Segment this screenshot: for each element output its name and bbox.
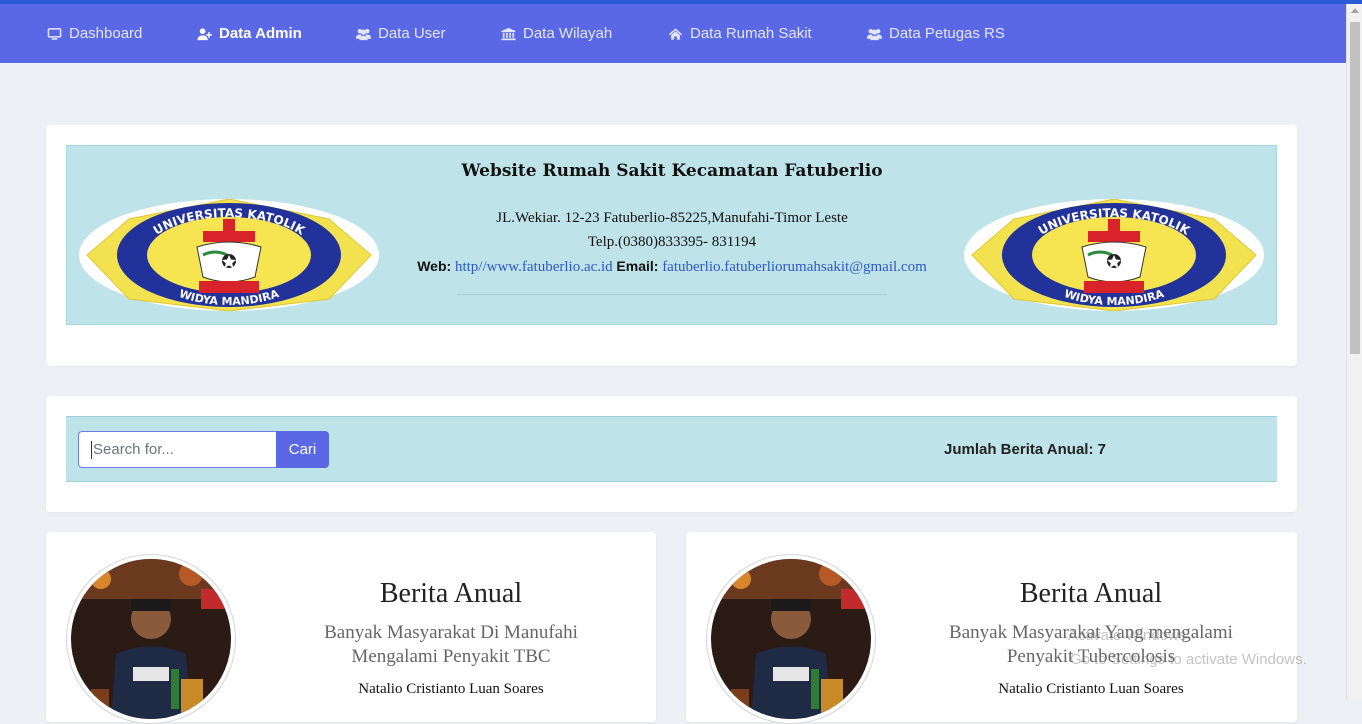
scroll-up-arrow-icon[interactable]: [1351, 8, 1359, 13]
header-banner: UNIVERSITAS KATOLIK WIDYA MANDIRA UNIVER…: [66, 145, 1277, 325]
home-icon: [667, 27, 683, 41]
search-placeholder: Search for...: [93, 441, 174, 458]
header-divider: [457, 294, 887, 295]
web-label: Web:: [417, 258, 452, 274]
text-caret: [91, 440, 92, 459]
site-phone: Telp.(0380)833395- 831194: [587, 234, 757, 250]
users-icon: [355, 27, 371, 41]
news-subtitle-line2: Mengalami Penyakit TBC: [351, 646, 551, 667]
author-avatar: [706, 554, 876, 724]
watermark-line2: Go to Settings to activate Windows.: [1070, 651, 1307, 668]
site-address: JL.Wekiar. 12-23 Fatuberlio-85225,Manufa…: [496, 210, 848, 226]
news-title: Berita Anual: [1019, 578, 1163, 609]
site-contact-line: Web: http//www.fatuberlio.ac.id Email: f…: [367, 258, 977, 276]
search-bar: Search for... Cari Jumlah Berita Anual: …: [66, 416, 1277, 482]
search-card: Search for... Cari Jumlah Berita Anual: …: [46, 396, 1297, 512]
nav-data-rumah-sakit-label: Data Rumah Sakit: [690, 25, 812, 42]
news-card[interactable]: Berita Anual Banyak Masyarakat Di Manufa…: [46, 532, 656, 724]
search-button[interactable]: Cari: [276, 431, 329, 468]
top-navbar: Dashboard Data Admin Data User Data Wila…: [0, 4, 1346, 63]
nav-data-admin-label: Data Admin: [219, 25, 302, 42]
news-subtitle: Banyak Masyarakat Di Manufahi Mengalami …: [276, 621, 626, 669]
nav-data-rumah-sakit[interactable]: Data Rumah Sakit: [667, 4, 812, 63]
nav-dashboard-label: Dashboard: [69, 25, 143, 42]
nav-data-admin[interactable]: Data Admin: [196, 4, 302, 63]
nav-data-user[interactable]: Data User: [355, 4, 446, 63]
watermark-line1: Activate Windows: [1068, 627, 1187, 644]
web-link[interactable]: http//www.fatuberlio.ac.id: [455, 259, 613, 275]
bank-icon: [500, 27, 516, 41]
news-subtitle-line1: Banyak Masyarakat Di Manufahi: [324, 622, 578, 643]
nav-dashboard[interactable]: Dashboard: [46, 4, 142, 63]
university-logo: UNIVERSITAS KATOLIK WIDYA MANDIRA: [79, 199, 379, 311]
activate-windows-watermark: Activate Windows Go to Settings to activ…: [1068, 624, 1307, 672]
nav-data-wilayah-label: Data Wilayah: [523, 25, 613, 42]
user-plus-icon: [196, 27, 212, 41]
nav-data-petugas-rs[interactable]: Data Petugas RS: [866, 4, 1005, 63]
university-logo: UNIVERSITAS KATOLIK WIDYA MANDIRA: [964, 199, 1264, 311]
email-link[interactable]: fatuberlio.fatuberliorumahsakit@gmail.co…: [662, 259, 927, 275]
search-input[interactable]: Search for...: [78, 431, 276, 468]
nav-data-petugas-rs-label: Data Petugas RS: [889, 25, 1005, 42]
users-icon: [866, 27, 882, 41]
author-avatar: [66, 554, 236, 724]
news-author: Natalio Cristianto Luan Soares: [358, 681, 544, 697]
site-title: Website Rumah Sakit Kecamatan Fatuberlio: [461, 161, 883, 181]
nav-data-wilayah[interactable]: Data Wilayah: [500, 4, 612, 63]
email-label: Email:: [616, 258, 659, 274]
nav-data-user-label: Data User: [378, 25, 446, 42]
scrollbar-thumb[interactable]: [1350, 22, 1360, 354]
news-title: Berita Anual: [379, 578, 523, 609]
news-count: Jumlah Berita Anual: 7: [944, 441, 1106, 458]
news-author: Natalio Cristianto Luan Soares: [998, 681, 1184, 697]
header-card: UNIVERSITAS KATOLIK WIDYA MANDIRA UNIVER…: [46, 125, 1297, 366]
monitor-icon: [46, 27, 62, 41]
page-scrollbar[interactable]: [1346, 4, 1362, 700]
